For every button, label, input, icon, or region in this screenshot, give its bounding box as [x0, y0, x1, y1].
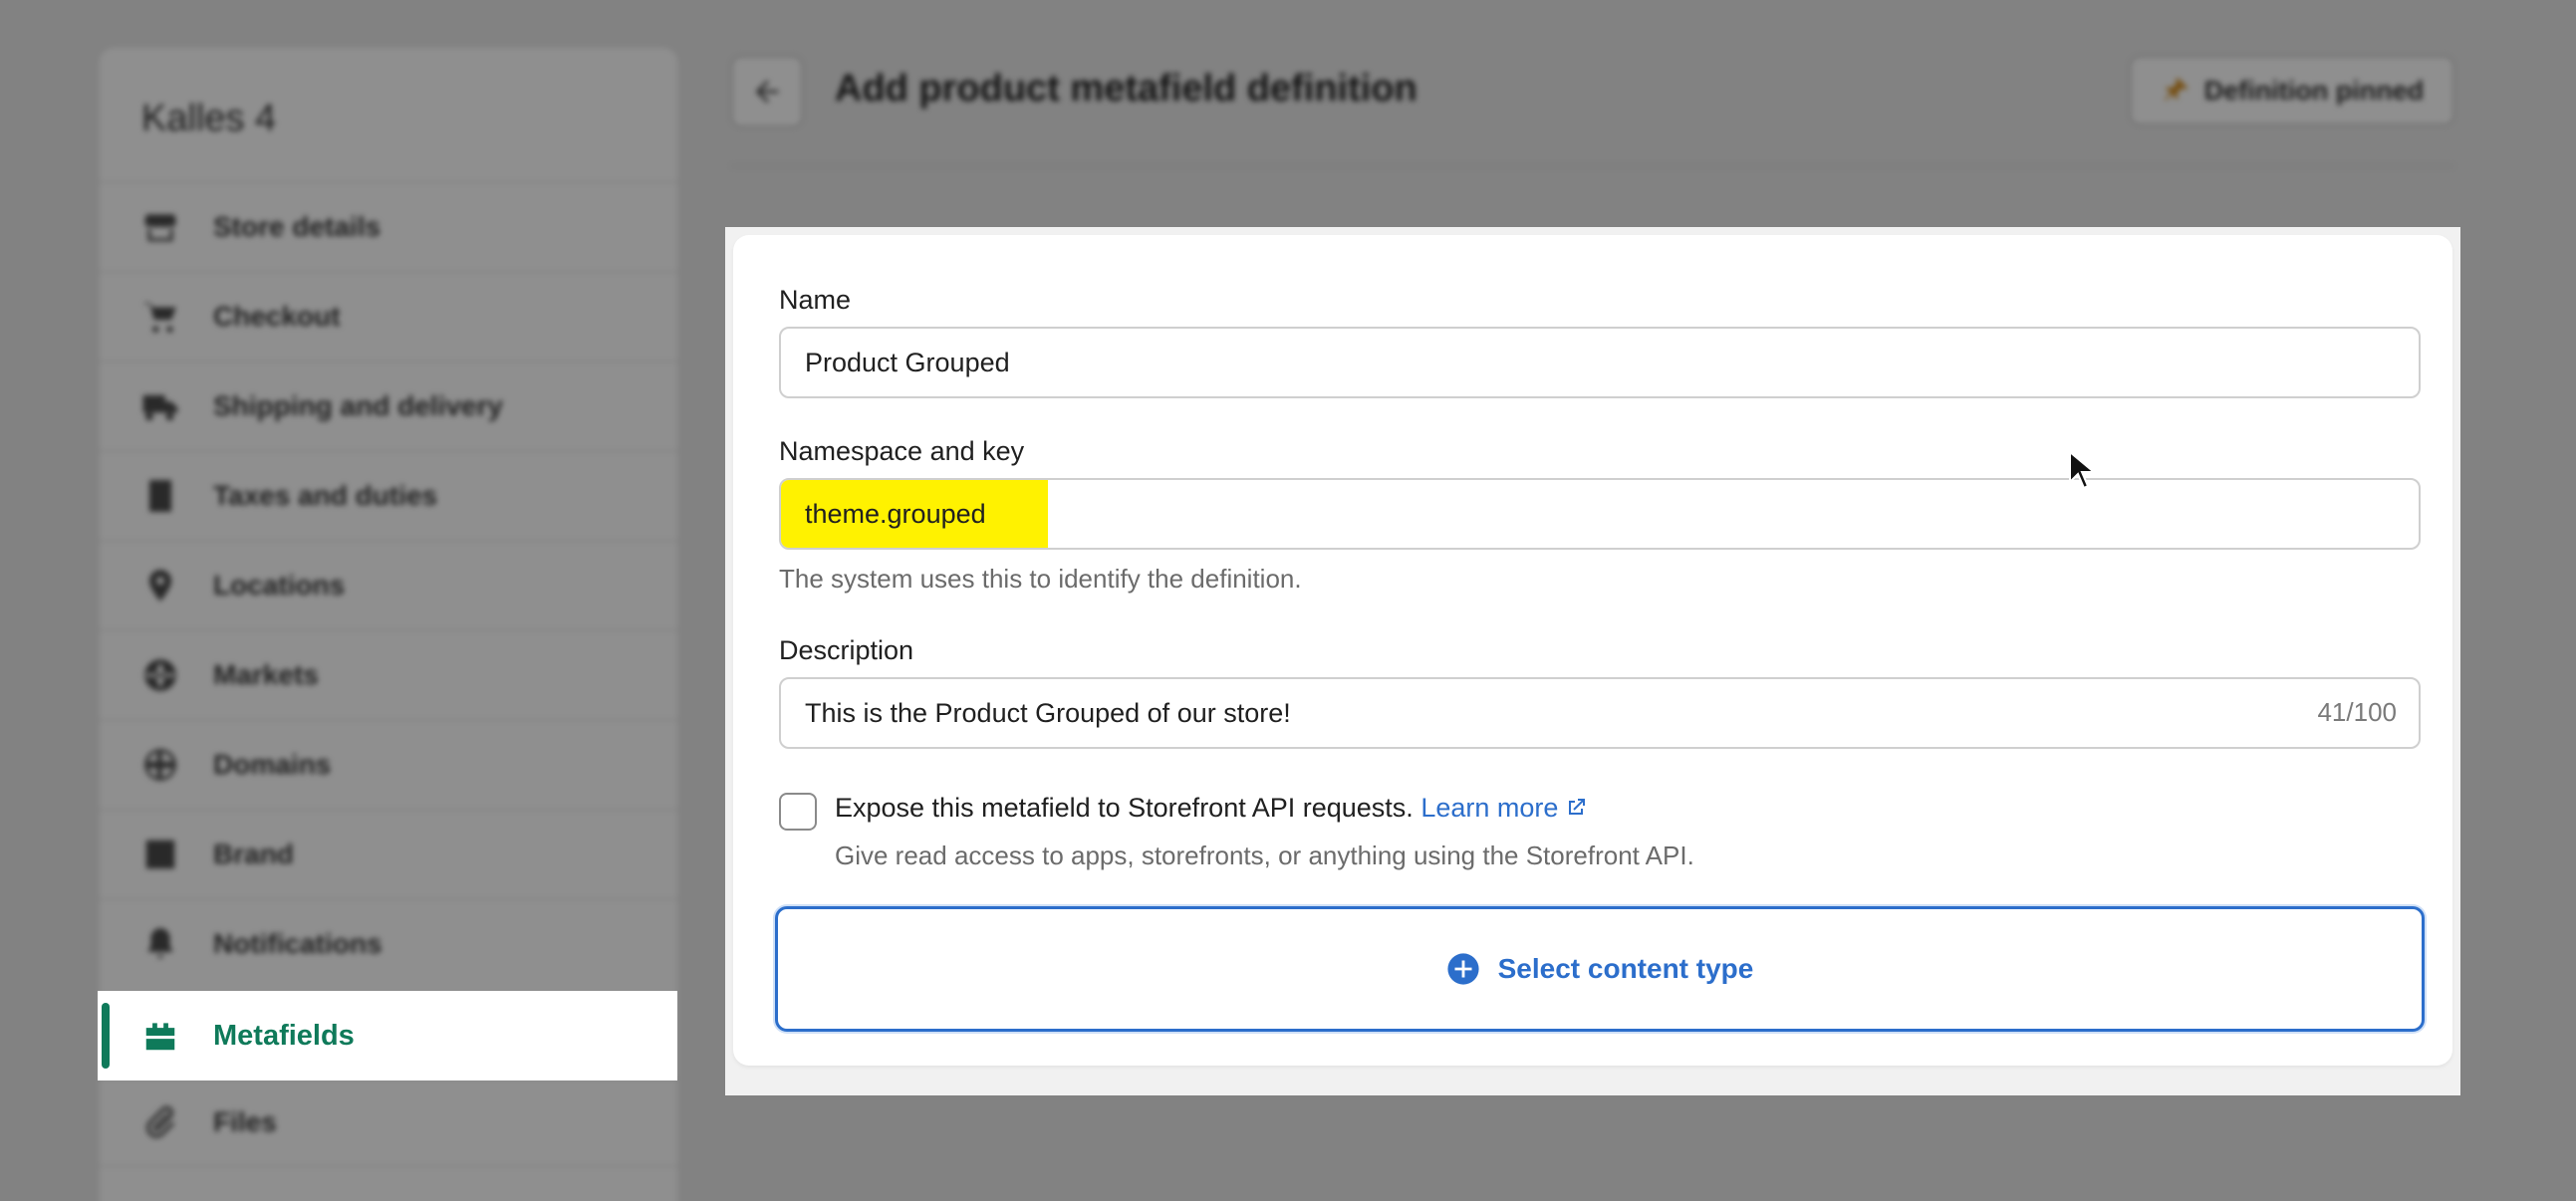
character-counter: 41/100: [2317, 697, 2397, 727]
name-input-value: Product Grouped: [805, 347, 1010, 377]
expose-storefront-label: Expose this metafield to Storefront API …: [835, 793, 1588, 824]
sidebar-item-label: Metafields: [213, 1019, 355, 1052]
name-input[interactable]: Product Grouped: [779, 327, 2421, 398]
app-window: Kalles 4 Store details Checkout Shipping…: [0, 0, 2576, 1201]
select-content-type-button[interactable]: Select content type: [775, 906, 2425, 1032]
external-link-icon: [1564, 796, 1588, 820]
mouse-cursor-icon: [2069, 450, 2096, 490]
expose-label-text: Expose this metafield to Storefront API …: [835, 793, 1414, 823]
description-input-value: This is the Product Grouped of our store…: [805, 697, 1291, 728]
expose-help-text: Give read access to apps, storefronts, o…: [835, 841, 1694, 870]
metafields-icon: [141, 1017, 179, 1055]
active-indicator: [102, 1003, 110, 1069]
spotlight-area: Name Product Grouped Namespace and key t…: [725, 227, 2460, 1095]
namespace-help-text: The system uses this to identify the def…: [779, 564, 1302, 594]
namespace-key-input[interactable]: theme.grouped: [779, 478, 2421, 550]
learn-more-link[interactable]: Learn more: [1420, 793, 1588, 823]
description-input[interactable]: This is the Product Grouped of our store…: [779, 677, 2421, 749]
description-label: Description: [779, 635, 914, 665]
expose-storefront-checkbox[interactable]: [779, 793, 817, 831]
plus-circle-icon: [1446, 952, 1480, 986]
metafield-definition-form: Name Product Grouped Namespace and key t…: [733, 235, 2452, 1066]
namespace-input-value: theme.grouped: [805, 498, 986, 529]
namespace-label: Namespace and key: [779, 436, 1025, 466]
name-label: Name: [779, 285, 852, 315]
select-content-type-label: Select content type: [1497, 953, 1754, 984]
sidebar-item-metafields[interactable]: Metafields: [98, 991, 677, 1081]
learn-more-text: Learn more: [1420, 793, 1559, 823]
